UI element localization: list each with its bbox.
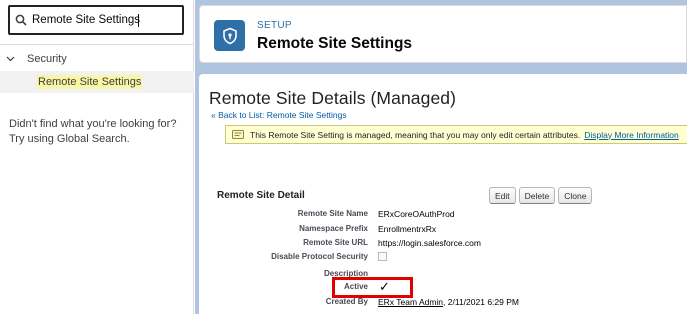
main-area: SETUP Remote Site Settings Remote Site D… xyxy=(195,0,687,314)
quick-find-input[interactable] xyxy=(32,14,182,26)
field-label: Remote Site Name xyxy=(297,209,368,218)
delete-button[interactable]: Delete xyxy=(518,187,556,204)
field-label: Created By xyxy=(325,297,368,306)
detail-button-bar: Edit Delete Clone xyxy=(489,187,593,204)
setup-sidebar: Security Remote Site Settings Didn't fin… xyxy=(0,0,194,314)
page-title: Remote Site Details (Managed) xyxy=(209,88,457,108)
tree-node-label: Security xyxy=(27,53,67,65)
field-label: Namespace Prefix xyxy=(299,224,368,233)
field-row-disable-protocol-security: Disable Protocol Security xyxy=(199,252,687,266)
active-highlight-box xyxy=(332,277,413,298)
quick-find-box[interactable] xyxy=(8,5,184,35)
field-label: Remote Site URL xyxy=(303,238,368,247)
detail-content: Remote Site Details (Managed) « Back to … xyxy=(199,74,687,314)
tree-node-security[interactable]: Security xyxy=(6,50,67,68)
field-row-description: Description xyxy=(199,269,687,283)
field-value: ERx Team Admin, 2/11/2021 6:29 PM xyxy=(378,297,519,307)
header-eyebrow: SETUP xyxy=(257,20,292,31)
page-header: SETUP Remote Site Settings xyxy=(199,5,687,63)
page-header-title: Remote Site Settings xyxy=(257,35,413,52)
section-title: Remote Site Detail xyxy=(217,190,305,201)
field-row-remote-site-url: Remote Site URL https://login.salesforce… xyxy=(199,238,687,252)
field-row-remote-site-name: Remote Site Name ERxCoreOAuthProd xyxy=(199,209,687,223)
setup-shield-icon xyxy=(214,20,245,51)
field-value: ERxCoreOAuthProd xyxy=(378,209,455,219)
info-icon xyxy=(232,130,244,139)
managed-info-message: This Remote Site Setting is managed, mea… xyxy=(225,125,687,144)
chevron-down-icon xyxy=(6,56,20,62)
field-row-namespace-prefix: Namespace Prefix EnrollmentrxRx xyxy=(199,224,687,238)
not-found-line-1: Didn't find what you're looking for? xyxy=(9,118,177,130)
tree-item-label: Remote Site Settings xyxy=(37,75,143,89)
back-to-list-link[interactable]: « Back to List: Remote Site Settings xyxy=(211,110,347,120)
created-by-user-link[interactable]: ERx Team Admin xyxy=(378,297,443,307)
field-row-created-by: Created By ERx Team Admin, 2/11/2021 6:2… xyxy=(199,297,687,311)
text-cursor xyxy=(138,14,139,27)
unchecked-checkbox-icon xyxy=(378,252,387,261)
field-value: EnrollmentrxRx xyxy=(378,224,437,234)
field-label: Disable Protocol Security xyxy=(271,252,368,261)
field-row-active: Active ✓ xyxy=(199,279,687,296)
display-more-information-link[interactable]: Display More Information xyxy=(584,130,678,140)
field-value: https://login.salesforce.com xyxy=(378,238,481,248)
created-date: , 2/11/2021 6:29 PM xyxy=(443,297,519,307)
tree-item-remote-site-settings[interactable]: Remote Site Settings xyxy=(0,71,194,93)
info-message-text: This Remote Site Setting is managed, mea… xyxy=(250,129,581,140)
sidebar-divider xyxy=(0,44,194,45)
not-found-message: Didn't find what you're looking for? Try… xyxy=(9,117,189,146)
not-found-line-2: Try using Global Search. xyxy=(9,132,130,145)
edit-button[interactable]: Edit xyxy=(489,187,516,204)
search-icon xyxy=(10,7,32,33)
clone-button[interactable]: Clone xyxy=(558,187,593,204)
